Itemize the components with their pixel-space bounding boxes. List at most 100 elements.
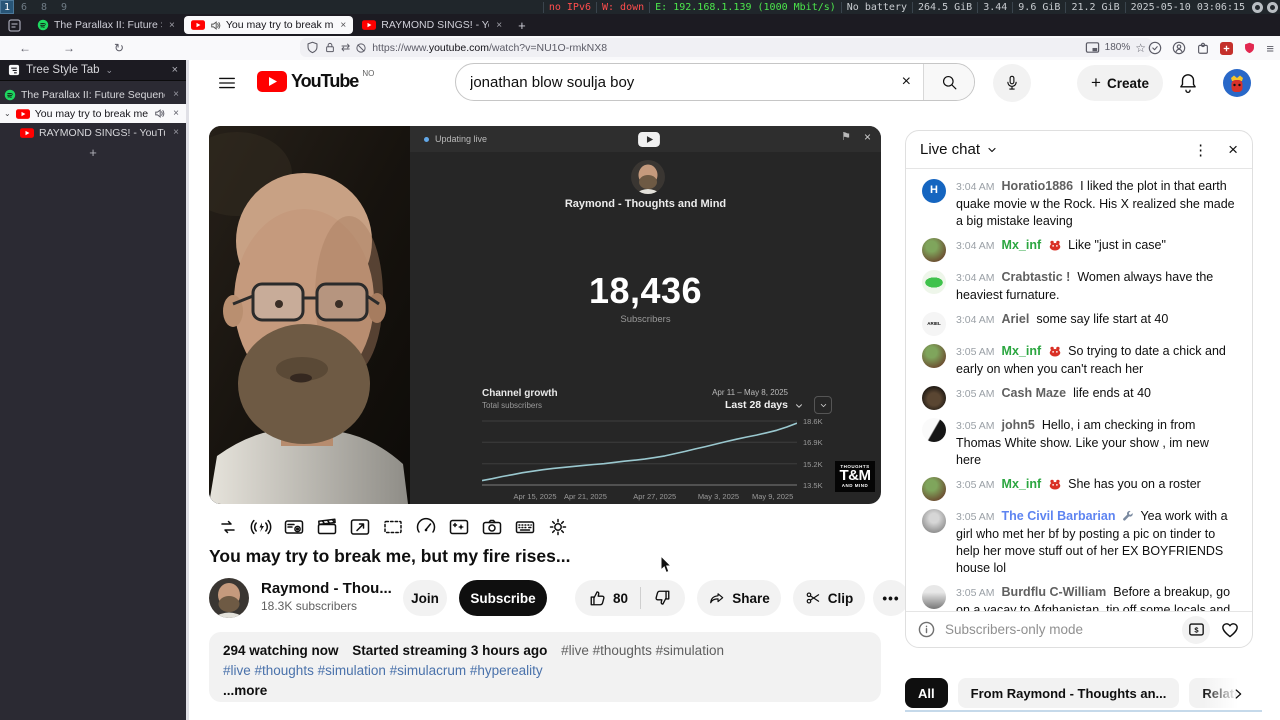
description-box[interactable]: 294 watching now Started streaming 3 hou… <box>209 632 881 702</box>
tst-tab-close-icon[interactable]: × <box>170 108 182 119</box>
chips-scroll-right-icon[interactable] <box>1231 687 1245 701</box>
avatar[interactable] <box>922 344 946 368</box>
account-avatar[interactable] <box>1223 69 1251 97</box>
tst-new-tab-button[interactable]: + <box>0 145 186 160</box>
container-swap-icon[interactable]: ⇄ <box>341 41 350 54</box>
resize-player-icon[interactable] <box>349 516 371 538</box>
heart-icon[interactable] <box>1220 620 1240 639</box>
avatar[interactable] <box>922 509 946 533</box>
tab-audio-icon[interactable] <box>154 108 165 119</box>
browser-tab[interactable]: You may try to break m× <box>184 16 353 34</box>
tst-tab[interactable]: RAYMOND SINGS! - YouTube× <box>0 123 186 142</box>
back-button[interactable]: ← <box>14 41 36 55</box>
superchat-button[interactable]: $ <box>1182 616 1210 644</box>
tst-tab-close-icon[interactable]: × <box>170 89 182 100</box>
adblock-shield-icon[interactable] <box>1243 41 1256 55</box>
sidebar-switcher-chevron-icon[interactable]: ⌄ <box>106 65 114 76</box>
more-actions-button[interactable]: ••• <box>873 580 909 616</box>
workspace-button[interactable]: 6 <box>14 0 34 14</box>
search-input[interactable] <box>456 74 890 91</box>
broadcast-icon[interactable] <box>250 516 272 538</box>
flag-icon[interactable]: ⚑ <box>841 130 851 143</box>
chat-message[interactable]: 3:04 AMCrabtastic !Women always have the… <box>906 265 1252 307</box>
tst-tab-close-icon[interactable]: × <box>170 127 182 138</box>
like-button[interactable]: 80 <box>577 589 640 607</box>
screenshot-icon[interactable] <box>481 516 503 538</box>
sidebar-close-icon[interactable]: × <box>172 64 178 76</box>
tab-close-icon[interactable]: × <box>340 20 346 31</box>
chat-message[interactable]: H3:04 AMHoratio1886I liked the plot in t… <box>906 174 1252 233</box>
avatar[interactable]: H <box>922 179 946 203</box>
voice-search-button[interactable] <box>993 64 1031 102</box>
permissions-blocked-icon[interactable] <box>355 42 367 54</box>
reload-button[interactable]: ↻ <box>108 41 130 55</box>
join-button[interactable]: Join <box>403 580 447 616</box>
keyboard-shortcuts-icon[interactable] <box>514 516 536 538</box>
chart-collapse-button[interactable] <box>814 396 832 414</box>
workspace-button[interactable]: 9 <box>54 0 74 14</box>
forward-button[interactable]: → <box>58 41 80 55</box>
desc-tags-muted[interactable]: #live #thoughts #simulation <box>561 643 724 658</box>
message-author[interactable]: Mx_inf <box>1002 477 1042 491</box>
browser-tab[interactable]: The Parallax II: Future Seq× <box>30 16 182 34</box>
clip-button[interactable]: Clip <box>793 580 865 616</box>
range-chevron-icon[interactable] <box>794 401 804 411</box>
message-author[interactable]: Mx_inf <box>1002 238 1042 252</box>
enhance-icon[interactable] <box>448 516 470 538</box>
message-author[interactable]: Mx_inf <box>1002 344 1042 358</box>
video-preview-icon[interactable] <box>283 516 305 538</box>
filter-chip[interactable]: From Raymond - Thoughts an... <box>958 678 1180 708</box>
search-button[interactable] <box>923 63 974 101</box>
chat-close-icon[interactable]: × <box>1228 140 1238 160</box>
channel-avatar[interactable] <box>209 578 249 618</box>
youtube-logo[interactable]: YouTube NO <box>257 71 374 92</box>
new-tab-button[interactable]: + <box>510 18 534 33</box>
tab-manager-icon[interactable] <box>8 19 21 32</box>
playback-speed-icon[interactable] <box>415 516 437 538</box>
lock-icon[interactable] <box>324 41 336 54</box>
zoom-level[interactable]: 180% <box>1105 42 1131 53</box>
channel-name[interactable]: Raymond - Thou... <box>261 580 392 597</box>
loop-icon[interactable] <box>217 516 239 538</box>
tab-close-icon[interactable]: × <box>496 20 502 31</box>
notifications-bell-icon[interactable] <box>1177 72 1199 94</box>
filter-chip[interactable]: All <box>905 678 948 708</box>
picture-in-picture-icon[interactable] <box>1085 40 1100 55</box>
bookmark-star-icon[interactable]: ☆ <box>1135 41 1146 55</box>
message-author[interactable]: john5 <box>1002 418 1035 432</box>
extension-red-icon[interactable] <box>1220 42 1233 55</box>
url-bar[interactable]: ⇄ https://www.youtube.com/watch?v=NU1O-r… <box>300 38 1152 57</box>
more-link[interactable]: ...more <box>223 681 867 701</box>
browser-tab[interactable]: RAYMOND SINGS! - YouTu× <box>355 16 509 34</box>
message-author[interactable]: Ariel <box>1002 312 1030 326</box>
message-author[interactable]: Crabtastic ! <box>1002 270 1071 284</box>
frame-select-icon[interactable] <box>382 516 404 538</box>
message-author[interactable]: The Civil Barbarian <box>1002 509 1116 523</box>
guide-hamburger-icon[interactable] <box>217 73 237 93</box>
share-button[interactable]: Share <box>697 580 781 616</box>
message-author[interactable]: Cash Maze <box>1002 386 1067 400</box>
desc-tags-links[interactable]: #live #thoughts #simulation #simulacrum … <box>223 661 867 681</box>
workspace-button[interactable]: 8 <box>34 0 54 14</box>
dislike-button[interactable] <box>641 589 683 607</box>
message-author[interactable]: Horatio1886 <box>1002 179 1074 193</box>
widget-close-icon[interactable]: × <box>864 130 871 144</box>
app-menu-icon[interactable]: ≡ <box>1266 41 1274 56</box>
cinema-mode-icon[interactable] <box>316 516 338 538</box>
chat-message[interactable]: 3:05 AMThe Civil BarbarianYea work with … <box>906 504 1252 580</box>
tst-tab[interactable]: ⌄You may try to break me, but my fire ri… <box>0 104 186 123</box>
chat-message[interactable]: 3:04 AMMx_infLike "just in case" <box>906 233 1252 265</box>
create-button[interactable]: + Create <box>1077 65 1163 101</box>
tst-tab[interactable]: The Parallax II: Future Sequence - Album… <box>0 85 186 104</box>
avatar[interactable] <box>922 270 946 294</box>
avatar[interactable] <box>922 477 946 501</box>
message-author[interactable]: Burdflu C-William <box>1002 585 1107 599</box>
subscribe-button[interactable]: Subscribe <box>459 580 547 616</box>
avatar[interactable]: ARIEL <box>922 312 946 336</box>
chat-message[interactable]: 3:05 AMCash Mazelife ends at 40 <box>906 381 1252 413</box>
avatar[interactable] <box>922 238 946 262</box>
workspace-button[interactable]: 1 <box>0 0 14 14</box>
tab-close-icon[interactable]: × <box>169 20 175 31</box>
chat-message[interactable]: 3:05 AMMx_infShe has you on a roster <box>906 472 1252 504</box>
avatar[interactable] <box>922 585 946 609</box>
